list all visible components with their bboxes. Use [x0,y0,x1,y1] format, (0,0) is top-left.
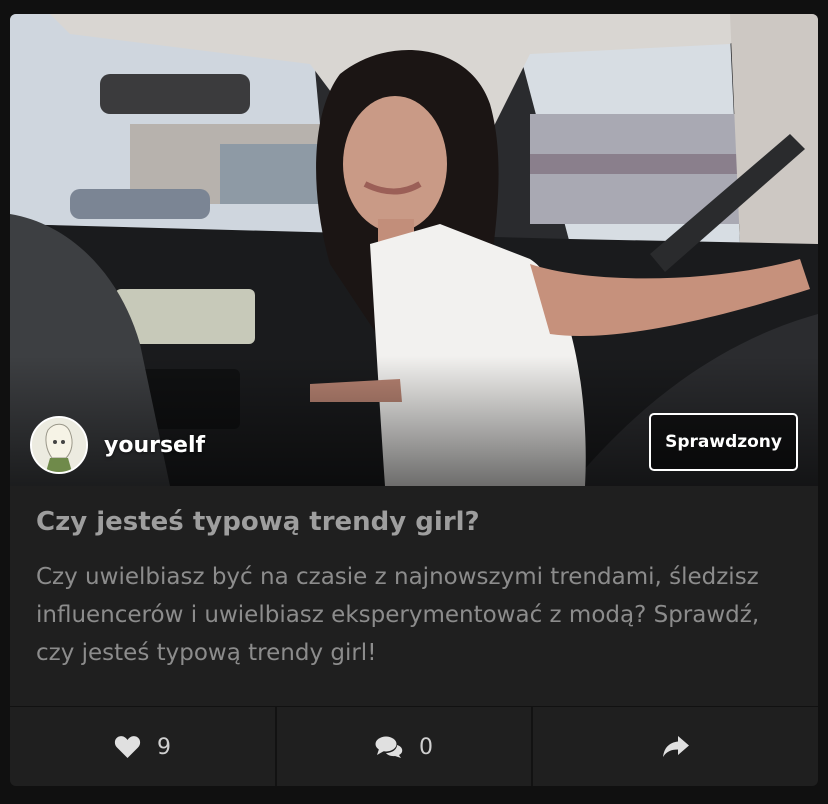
share-button[interactable] [531,707,818,786]
avatar[interactable] [30,416,88,474]
post-description: Czy uwielbiasz być na czasie z najnowszy… [36,564,760,666]
post-image[interactable]: yourself Sprawdzony [10,14,818,486]
comments-icon [375,736,403,758]
verified-badge[interactable]: Sprawdzony [649,413,798,471]
comment-button[interactable]: 0 [275,707,531,786]
heart-icon [114,736,141,758]
post-card[interactable]: yourself Sprawdzony Czy jesteś typową tr… [10,14,818,786]
avatar-illustration-icon [32,418,86,472]
post-content: Czy jesteś typową trendy girl? Czy uwiel… [36,504,796,672]
action-bar: 9 0 [10,706,818,786]
post-title[interactable]: Czy jesteś typową trendy girl? [36,504,796,540]
comment-count: 0 [419,734,433,760]
share-icon [662,736,689,757]
author[interactable]: yourself [30,416,205,474]
like-count: 9 [157,734,171,760]
author-name[interactable]: yourself [104,433,205,458]
like-button[interactable]: 9 [10,707,275,786]
